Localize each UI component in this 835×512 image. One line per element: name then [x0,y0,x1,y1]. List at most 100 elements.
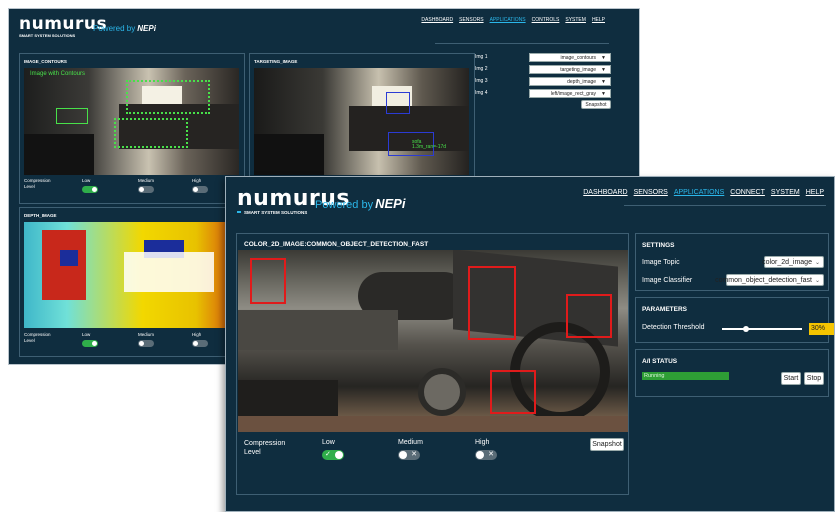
nav-sensors[interactable]: SENSORS [634,189,668,196]
detection-box [566,294,612,338]
chevron-down-icon: ⌄ [814,259,820,266]
nav-system[interactable]: SYSTEM [771,189,800,196]
slider-handle[interactable] [743,326,749,332]
top-nav: DASHBOARD SENSORS APPLICATIONS CONNECT S… [583,189,824,196]
logo-accent [237,211,241,213]
image-topic-select[interactable]: color_2d_image ⌄ [762,256,824,268]
compression-low-toggle[interactable]: ✓ [322,450,344,460]
depth-image-view [24,222,239,328]
compression-label: Compression Level [244,440,286,456]
image-title: COLOR_2D_IMAGE:COMMON_OBJECT_DETECTION_F… [244,241,429,248]
hub-shape [418,368,466,416]
chevron-down-icon: ▼ [601,54,606,61]
logo-tagline: SMART SYSTEM SOLUTIONS [19,33,76,38]
start-button[interactable]: Start [781,372,801,385]
stairs-shape [254,134,324,175]
panel-title: IMAGE_CONTOURS [24,59,67,64]
ai-status-title: A/I STATUS [642,358,678,365]
detection-image-view [238,250,628,432]
compression-medium-toggle[interactable] [138,340,154,347]
detection-threshold-value[interactable]: 30% [809,323,834,335]
img1-select[interactable]: image_contours ▼ [529,53,611,62]
ai-status-panel: A/I STATUS Running Start Stop [635,349,829,397]
depth-image-panel: DEPTH_IMAGE Compression Level Low Medium … [19,207,245,357]
compression-medium-toggle[interactable] [138,186,154,193]
depth-region [60,250,78,266]
detection-box [468,266,516,340]
compression-medium-toggle[interactable]: ✕ [398,450,420,460]
nav-help[interactable]: HELP [806,189,824,196]
running-status-bar: Running [642,372,729,380]
nav-divider [435,43,609,44]
image-classifier-label: Image Classifier [642,277,693,284]
nav-divider [624,205,826,206]
compression-high-label: High [192,178,202,183]
compression-low-label: Low [322,439,335,446]
snapshot-button[interactable]: Snapshot [581,100,611,109]
compression-low-label: Low [82,332,91,337]
image-classifier-select[interactable]: common_object_detection_fast ⌄ [715,274,824,286]
depth-region [124,252,214,292]
nav-sensors[interactable]: SENSORS [459,17,483,23]
detection-label: sofa 1.3m_ran=-17d [412,139,447,150]
compression-low-toggle[interactable] [82,340,98,347]
compression-high-label: High [475,439,490,446]
chevron-down-icon: ▼ [601,66,606,73]
img4-select[interactable]: left/image_rect_gray ▼ [529,89,611,98]
contour-outline [126,80,210,114]
nav-controls[interactable]: CONTROLS [532,17,560,23]
chevron-down-icon: ▼ [601,78,606,85]
compression-low-toggle[interactable] [82,186,98,193]
nav-dashboard[interactable]: DASHBOARD [421,17,453,23]
nav-help[interactable]: HELP [592,17,605,23]
settings-panel: SETTINGS Image Topic color_2d_image ⌄ Ima… [635,233,829,291]
logo-tagline: SMART SYSTEM SOLUTIONS [244,210,308,215]
targeting-image-view: sofa 1.3m_ran=-17d [254,68,469,175]
nav-applications[interactable]: APPLICATIONS [490,17,526,23]
compression-medium-label: Medium [398,439,423,446]
stairs-shape [24,134,94,175]
chevron-down-icon: ⌄ [814,277,820,284]
panel-title: DEPTH_IMAGE [24,213,57,218]
image-topic-label: Image Topic [642,259,680,266]
compression-high-toggle[interactable]: ✕ [475,450,497,460]
compression-medium-label: Medium [138,332,155,337]
nav-system[interactable]: SYSTEM [565,17,586,23]
top-nav: DASHBOARD SENSORS APPLICATIONS CONTROLS … [421,17,605,23]
nav-connect[interactable]: CONNECT [730,189,765,196]
compression-label: Compression Level [24,332,51,343]
panel-title: TARGETING_IMAGE [254,59,298,64]
x-icon: ✕ [488,451,494,458]
check-icon: ✓ [325,451,331,458]
image-panel: COLOR_2D_IMAGE:COMMON_OBJECT_DETECTION_F… [236,233,629,495]
overlay-text: Image with Contours [30,71,86,77]
compression-high-toggle[interactable] [192,186,208,193]
img2-select[interactable]: targeting_image ▼ [529,65,611,74]
image-contours-view: Image with Contours [24,68,239,175]
compression-medium-label: Medium [138,178,155,183]
parameters-panel: PARAMETERS Detection Threshold 30% [635,297,834,343]
powered-by-label: Powered by NEPi [315,196,406,211]
powered-by-label: Powered by NEPi [93,24,156,33]
detection-threshold-label: Detection Threshold [642,324,705,331]
chevron-down-icon: ▼ [601,90,606,97]
detection-threshold-slider[interactable] [722,326,802,332]
compression-high-toggle[interactable] [192,340,208,347]
nav-dashboard[interactable]: DASHBOARD [583,189,627,196]
img3-label: Img 3 [475,78,488,84]
target-box [386,92,410,114]
img3-select[interactable]: depth_image ▼ [529,77,611,86]
img2-label: Img 2 [475,66,488,72]
img1-label: Img 1 [475,54,488,60]
detection-box [490,370,536,414]
ground-shape [238,416,628,432]
compression-label: Compression Level [24,178,51,189]
contour-outline [114,118,188,148]
snapshot-button[interactable]: Snapshot [590,438,624,451]
x-icon: ✕ [411,451,417,458]
img4-label: Img 4 [475,90,488,96]
nav-applications[interactable]: APPLICATIONS [674,189,724,196]
stop-button[interactable]: Stop [804,372,824,385]
image-contours-panel: IMAGE_CONTOURS Image with Contours Compr… [19,53,245,204]
contour-outline [56,108,88,124]
